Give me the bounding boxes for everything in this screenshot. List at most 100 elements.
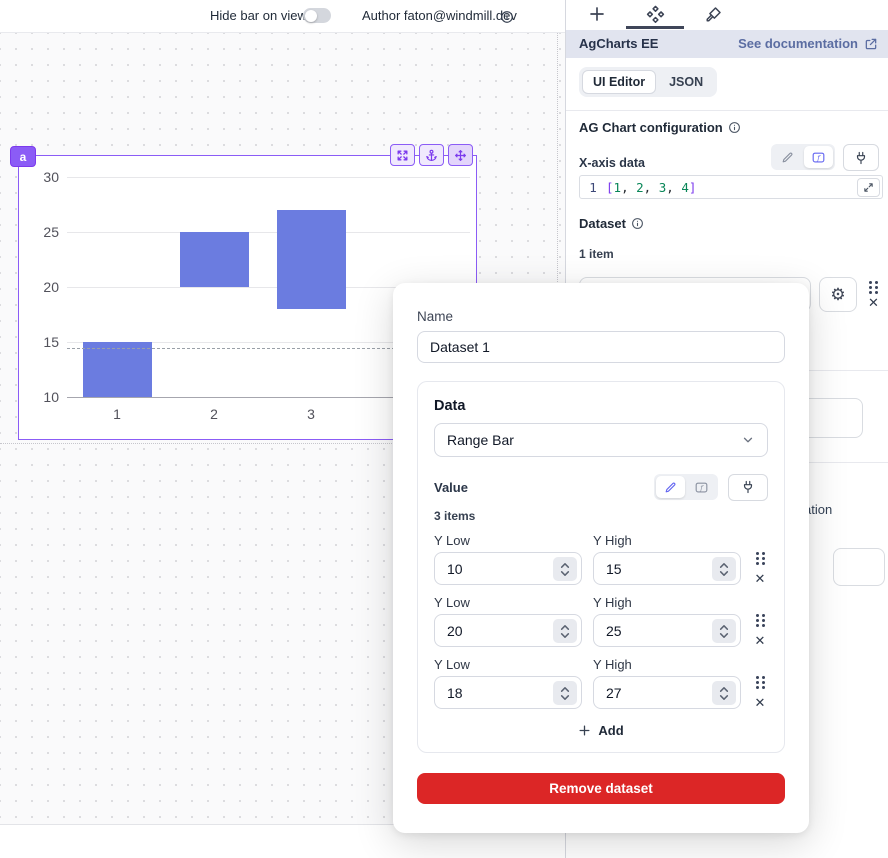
plus-icon	[578, 724, 591, 737]
see-documentation-link[interactable]: See documentation	[738, 36, 858, 51]
value-row: Y Low Y High ✕	[434, 533, 768, 585]
y-low-input[interactable]	[434, 676, 582, 709]
number-stepper-icon[interactable]	[712, 619, 736, 643]
config-info-icon[interactable]	[728, 121, 741, 134]
insert-component-tab[interactable]	[588, 5, 606, 23]
static-pencil-icon[interactable]	[656, 476, 685, 498]
function-mode-icon[interactable]: f	[687, 476, 716, 498]
hidden-input-fragment[interactable]	[833, 548, 885, 586]
y-high-input[interactable]	[593, 676, 741, 709]
dataset-section-title: Dataset	[579, 216, 644, 231]
row-remove-icon[interactable]: ✕	[755, 572, 766, 585]
code-token: ,	[644, 180, 659, 195]
code-line-number: 1	[580, 180, 606, 195]
chart-type-select[interactable]: Range Bar	[434, 423, 768, 457]
remove-dataset-button[interactable]: Remove dataset	[417, 773, 785, 804]
y-axis-tick: 25	[19, 224, 59, 240]
y-axis-tick: 30	[19, 169, 59, 185]
number-stepper-icon[interactable]	[553, 557, 577, 581]
dataset-gear-icon[interactable]: ⚙	[819, 277, 857, 312]
y-high-field: Y High	[593, 595, 741, 647]
y-low-label: Y Low	[434, 657, 582, 672]
number-stepper-icon[interactable]	[712, 557, 736, 581]
dataset-remove-icon[interactable]: ✕	[868, 296, 879, 309]
dataset-name-input[interactable]	[417, 331, 785, 363]
row-remove-icon[interactable]: ✕	[755, 696, 766, 709]
hide-bar-toggle[interactable]	[303, 8, 331, 23]
y-low-field: Y Low	[434, 657, 582, 709]
divider	[566, 110, 888, 111]
y-low-input[interactable]	[434, 552, 582, 585]
component-header-band: AgCharts EE See documentation	[566, 30, 888, 58]
external-link-icon[interactable]	[864, 37, 878, 51]
y-high-input[interactable]	[593, 552, 741, 585]
range-bar	[83, 342, 152, 397]
number-stepper-icon[interactable]	[553, 619, 577, 643]
code-token: 1	[614, 180, 622, 195]
code-tokens: [1, 2, 3, 4]	[606, 180, 696, 195]
xaxis-code-editor[interactable]: 1 [1, 2, 3, 4]	[579, 175, 883, 199]
component-settings-tab[interactable]	[646, 5, 665, 24]
add-item-button[interactable]: Add	[434, 723, 768, 738]
row-actions: ✕	[752, 595, 768, 647]
number-stepper-icon[interactable]	[712, 681, 736, 705]
value-row: Y Low Y High ✕	[434, 595, 768, 647]
x-axis-tick: 2	[199, 406, 229, 422]
dataset-drag-handle-icon[interactable]	[868, 280, 879, 295]
code-token: 2	[636, 180, 644, 195]
value-input-mode-group: f	[654, 474, 718, 500]
author-info-icon[interactable]	[500, 10, 514, 24]
dataset-modal: Name Data Range Bar Value f	[393, 283, 809, 833]
dataset-info-icon[interactable]	[631, 217, 644, 230]
config-section-label: AG Chart configuration	[579, 120, 723, 135]
y-low-label: Y Low	[434, 533, 582, 548]
row-drag-handle-icon[interactable]	[755, 613, 766, 628]
static-pencil-icon[interactable]	[773, 146, 802, 168]
chevron-down-icon	[741, 433, 755, 447]
tab-ui-editor[interactable]: UI Editor	[582, 70, 656, 94]
hide-bar-label: Hide bar on view	[210, 8, 307, 23]
code-token: ,	[666, 180, 681, 195]
y-high-input[interactable]	[593, 614, 741, 647]
config-section-title: AG Chart configuration	[579, 120, 741, 135]
value-label: Value	[434, 480, 468, 495]
svg-text:f: f	[816, 154, 821, 162]
number-stepper-icon[interactable]	[553, 681, 577, 705]
row-actions: ✕	[752, 533, 768, 585]
y-high-field: Y High	[593, 657, 741, 709]
connect-plug-icon[interactable]	[843, 144, 879, 171]
row-remove-icon[interactable]: ✕	[755, 634, 766, 647]
name-label: Name	[417, 309, 785, 324]
value-items-count: 3 items	[434, 509, 768, 523]
range-bar	[180, 232, 249, 287]
svg-text:f: f	[699, 484, 704, 492]
active-tab-underline	[626, 26, 684, 29]
x-axis-tick: 1	[102, 406, 132, 422]
y-axis-tick: 20	[19, 279, 59, 295]
code-token: 4	[681, 180, 689, 195]
author-label: Author faton@windmill.dev	[362, 8, 517, 23]
function-mode-icon[interactable]: f	[804, 146, 833, 168]
toggle-knob	[305, 10, 317, 22]
y-low-input[interactable]	[434, 614, 582, 647]
x-axis-tick: 3	[296, 406, 326, 422]
y-low-label: Y Low	[434, 595, 582, 610]
styling-brush-tab[interactable]	[705, 5, 723, 23]
tab-json[interactable]: JSON	[658, 70, 714, 94]
connect-plug-icon[interactable]	[728, 474, 768, 501]
row-actions: ✕	[752, 657, 768, 709]
y-high-label: Y High	[593, 595, 741, 610]
row-drag-handle-icon[interactable]	[755, 675, 766, 690]
row-drag-handle-icon[interactable]	[755, 551, 766, 566]
add-label: Add	[598, 723, 623, 738]
expand-editor-icon[interactable]	[857, 178, 880, 197]
data-card: Data Range Bar Value f	[417, 381, 785, 753]
code-token: [	[606, 180, 614, 195]
y-high-label: Y High	[593, 533, 741, 548]
editor-mode-tabs: UI Editor JSON	[579, 67, 717, 97]
xaxis-input-mode-group: f	[771, 144, 835, 170]
value-rows: Y Low Y High ✕ Y Low Y High ✕ Y Low Y High ✕	[434, 533, 768, 709]
y-high-field: Y High	[593, 533, 741, 585]
dataset-label: Dataset	[579, 216, 626, 231]
value-row: Y Low Y High ✕	[434, 657, 768, 709]
